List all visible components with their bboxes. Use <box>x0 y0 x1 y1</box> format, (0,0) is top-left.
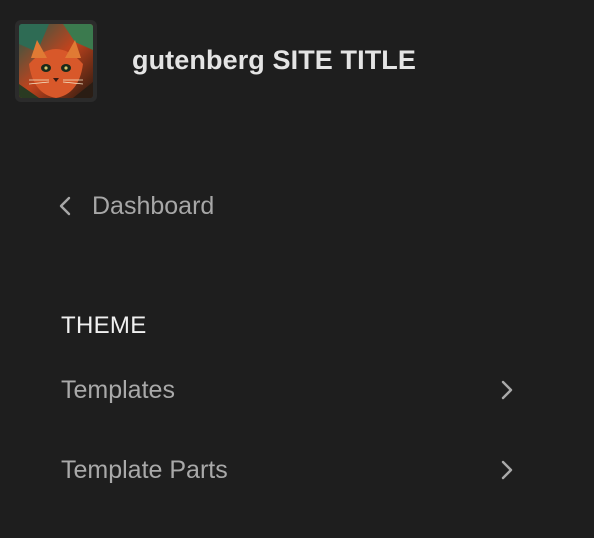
cat-photo-thumbnail <box>19 24 93 98</box>
dashboard-back-link[interactable]: Dashboard <box>52 184 214 228</box>
site-header: gutenberg SITE TITLE <box>0 0 594 120</box>
nav-item-label: Template Parts <box>61 455 228 484</box>
chevron-left-icon <box>52 192 80 220</box>
nav-item-template-parts[interactable]: Template Parts <box>48 440 530 500</box>
nav-item-label: Templates <box>61 375 175 404</box>
chevron-right-icon <box>492 456 520 484</box>
nav-item-templates[interactable]: Templates <box>48 360 530 420</box>
dashboard-label: Dashboard <box>92 191 215 220</box>
section-heading-theme: THEME <box>61 312 147 339</box>
chevron-right-icon <box>492 376 520 404</box>
site-icon[interactable] <box>15 20 97 102</box>
site-title[interactable]: gutenberg SITE TITLE <box>132 45 416 76</box>
